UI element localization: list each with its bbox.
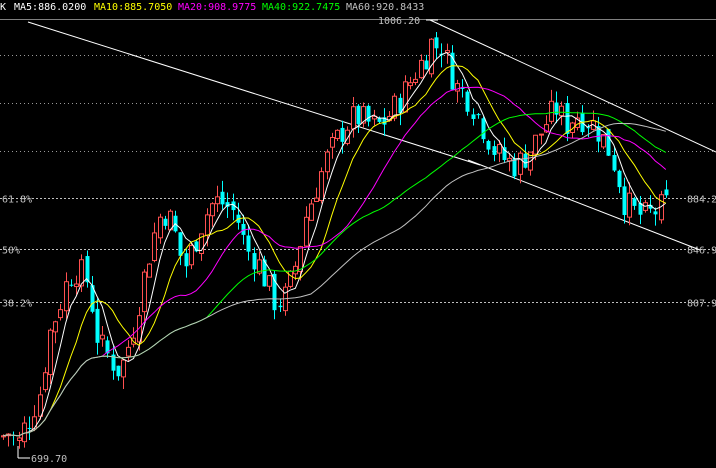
candle-body xyxy=(664,189,669,196)
candle-body xyxy=(481,118,486,140)
candle-body xyxy=(612,155,617,171)
candle-body xyxy=(413,78,418,84)
candle-body xyxy=(627,192,632,218)
candle-body xyxy=(116,365,121,377)
candles xyxy=(1,31,669,449)
candle-body xyxy=(559,105,564,117)
candle-body xyxy=(58,309,63,319)
kline-chart[interactable]: 61.8%884.2450%846.9538.2%807.92 1006.20 … xyxy=(0,0,716,468)
candle-body xyxy=(168,210,173,231)
fib-level-price: 807.92 xyxy=(687,299,716,310)
candle-body xyxy=(298,246,303,272)
candle-body xyxy=(539,133,544,136)
candle-body xyxy=(17,437,22,441)
candle-body xyxy=(554,102,559,115)
candle-body xyxy=(606,129,611,156)
candle-body xyxy=(220,191,225,205)
ma60-line xyxy=(2,122,666,437)
legend-ma40: MA40:922.7475 xyxy=(262,2,340,13)
candle-body xyxy=(126,346,131,357)
candle-body xyxy=(429,38,434,75)
candle-body xyxy=(345,129,350,144)
candle-body xyxy=(178,232,183,256)
annotations: 1006.20 699.70 xyxy=(17,16,438,465)
candle-body xyxy=(27,427,32,429)
candle-body xyxy=(617,170,622,188)
candle-body xyxy=(319,171,324,201)
candle-body xyxy=(518,152,523,175)
candle-body xyxy=(424,60,429,70)
legend-ma10: MA10:885.7050 xyxy=(94,2,172,13)
fib-level-price: 884.24 xyxy=(687,195,716,206)
candle-body xyxy=(152,232,157,262)
candle-body xyxy=(246,235,251,252)
candle-body xyxy=(53,321,58,333)
fib-level-percent: 61.8% xyxy=(2,195,32,206)
fib-level-percent: 50% xyxy=(2,246,20,257)
candle-body xyxy=(74,283,79,288)
candle-body xyxy=(32,416,37,430)
candle-body xyxy=(330,136,335,148)
candle-body xyxy=(476,114,481,116)
candle-body xyxy=(163,218,168,226)
candle-body xyxy=(497,143,502,154)
candle-body xyxy=(304,216,309,247)
candle-body xyxy=(408,82,413,87)
fib-level-percent: 38.2% xyxy=(2,299,32,310)
candle-body xyxy=(48,329,53,376)
candle-body xyxy=(632,198,637,206)
candle-body xyxy=(142,271,147,313)
ma-legend: K MA5:886.0200 MA10:885.7050 MA20:908.97… xyxy=(0,2,424,13)
candle-body xyxy=(309,203,314,221)
candle-body xyxy=(465,91,470,112)
candle-body xyxy=(121,359,126,378)
candle-body xyxy=(210,203,215,217)
candle-body xyxy=(64,281,69,312)
legend-ma20: MA20:908.9775 xyxy=(178,2,256,13)
candle-body xyxy=(205,214,210,236)
candle-body xyxy=(43,372,48,391)
low-label: 699.70 xyxy=(31,454,67,465)
candle-body xyxy=(486,141,491,150)
candle-body xyxy=(434,37,439,49)
candle-body xyxy=(340,127,345,142)
candle-body xyxy=(622,186,627,215)
candle-body xyxy=(325,151,330,173)
candle-body xyxy=(252,253,257,270)
candle-body xyxy=(549,100,554,122)
candle-body xyxy=(184,253,189,267)
candle-body xyxy=(288,270,293,287)
candle-body xyxy=(69,284,74,286)
trendline xyxy=(27,21,481,166)
candle-body xyxy=(419,59,424,79)
candle-body xyxy=(189,245,194,266)
candle-body xyxy=(278,305,283,308)
candle-body xyxy=(267,275,272,287)
candle-body xyxy=(653,211,658,215)
candle-body xyxy=(351,106,356,130)
legend-ma60: MA60:920.8433 xyxy=(346,2,424,13)
candle-body xyxy=(445,50,450,54)
candle-body xyxy=(158,216,163,239)
legend-k: K xyxy=(0,2,6,13)
candle-body xyxy=(502,147,507,161)
candle-body xyxy=(565,103,570,134)
candle-body xyxy=(147,263,152,278)
candle-body xyxy=(523,153,528,168)
candle-body xyxy=(215,196,220,205)
candle-body xyxy=(455,83,460,92)
trendline xyxy=(467,159,701,251)
high-label: 1006.20 xyxy=(378,16,420,27)
candle-body xyxy=(314,197,319,202)
candle-body xyxy=(100,334,105,340)
candle-body xyxy=(95,308,100,343)
candle-body xyxy=(335,129,340,139)
candle-body xyxy=(492,146,497,155)
legend-ma5: MA5:886.0200 xyxy=(14,2,86,13)
candle-body xyxy=(356,105,361,125)
candle-body xyxy=(85,256,90,283)
candle-body xyxy=(471,114,476,119)
candle-body xyxy=(512,158,517,177)
candle-body xyxy=(533,134,538,155)
